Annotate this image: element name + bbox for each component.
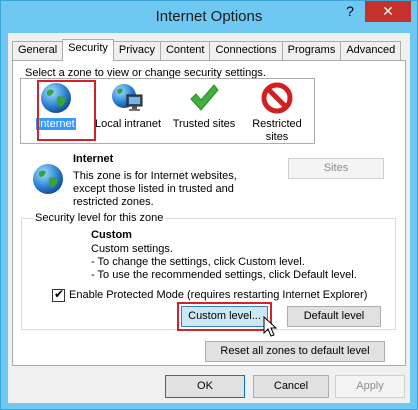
custom-level-highlight-outline — [177, 302, 272, 331]
zone-restricted-sites[interactable]: Restricted sites — [245, 81, 309, 144]
zone-local-intranet-label: Local intranet — [94, 118, 162, 130]
zone-local-intranet[interactable]: Local intranet — [89, 81, 167, 131]
help-icon: ? — [346, 3, 354, 19]
security-level-title: Custom — [91, 229, 132, 241]
no-entry-icon — [261, 82, 293, 114]
dialog-client-area: General Security Privacy Content Connect… — [8, 33, 410, 403]
ok-button[interactable]: OK — [165, 375, 245, 398]
zone-info-line2: except those listed in trusted and — [73, 183, 234, 195]
help-button[interactable]: ? — [335, 1, 365, 22]
zone-info-description: This zone is for Internet websites, exce… — [73, 170, 237, 209]
zone-info-line1: This zone is for Internet websites, — [73, 170, 237, 182]
tab-content[interactable]: Content — [159, 41, 211, 60]
security-level-line1: Custom settings. — [91, 243, 173, 255]
zone-trusted-sites-label: Trusted sites — [172, 118, 236, 130]
tab-strip: General Security Privacy Content Connect… — [12, 39, 402, 61]
apply-button[interactable]: Apply — [335, 375, 405, 398]
tab-programs[interactable]: Programs — [281, 41, 342, 60]
cancel-button[interactable]: Cancel — [253, 375, 329, 398]
tab-advanced[interactable]: Advanced — [340, 41, 402, 60]
close-icon: ✕ — [382, 3, 394, 19]
zone-restricted-sites-label-line1: Restricted — [252, 118, 302, 130]
zone-info-title: Internet — [73, 153, 114, 165]
protected-mode-label: Enable Protected Mode (requires restarti… — [69, 289, 368, 301]
internet-options-window: Internet Options ? ✕ General Security Pr… — [0, 0, 418, 410]
reset-all-zones-button[interactable]: Reset all zones to default level — [205, 341, 385, 362]
checkmark-icon — [190, 84, 219, 111]
zone-info-line3: restricted zones. — [73, 196, 154, 208]
title-bar[interactable]: Internet Options ? ✕ — [1, 1, 417, 33]
security-level-line2: - To change the settings, click Custom l… — [91, 256, 305, 268]
sites-button[interactable]: Sites — [288, 158, 384, 179]
close-button[interactable]: ✕ — [365, 1, 411, 22]
tab-general[interactable]: General — [12, 41, 64, 60]
globe-icon — [33, 164, 63, 194]
internet-zone-highlight-outline — [37, 80, 96, 141]
security-level-legend: Security level for this zone — [33, 212, 166, 224]
tab-privacy[interactable]: Privacy — [112, 41, 161, 60]
default-level-button[interactable]: Default level — [287, 306, 381, 327]
security-level-line3: - To use the recommended settings, click… — [91, 269, 357, 281]
mouse-cursor-icon — [263, 316, 278, 337]
zone-restricted-sites-label-line2: sites — [265, 131, 289, 143]
protected-mode-checkbox[interactable]: ✔ — [52, 287, 65, 302]
security-level-description: Custom settings. - To change the setting… — [91, 243, 357, 282]
tab-connections[interactable]: Connections — [209, 41, 283, 60]
intranet-icon — [112, 84, 143, 111]
checkmark-icon: ✔ — [54, 287, 65, 301]
zone-trusted-sites[interactable]: Trusted sites — [169, 81, 239, 131]
tab-security[interactable]: Security — [62, 39, 114, 61]
